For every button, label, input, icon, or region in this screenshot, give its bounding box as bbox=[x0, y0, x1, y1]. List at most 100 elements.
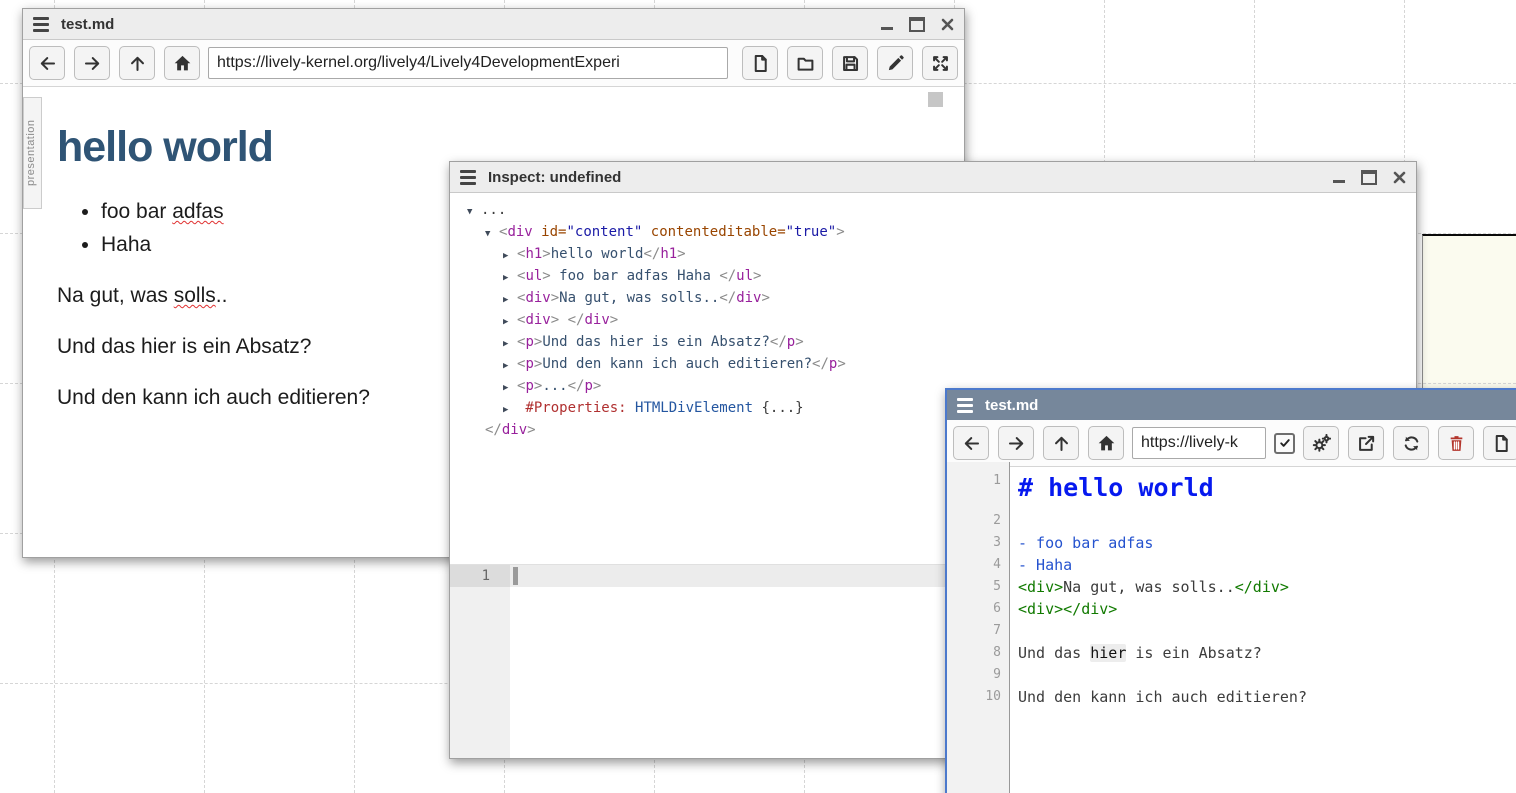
window-controls bbox=[881, 17, 954, 32]
line-number: 1 bbox=[947, 470, 1009, 492]
toolbar: https://lively-k bbox=[947, 420, 1516, 467]
minimize-button[interactable] bbox=[881, 18, 893, 30]
line-number: 4 bbox=[947, 554, 1009, 576]
code-line[interactable]: 3- foo bar adfas bbox=[947, 532, 1516, 554]
forward-icon bbox=[83, 54, 102, 73]
home-icon bbox=[1097, 434, 1116, 453]
side-panel bbox=[1422, 234, 1516, 390]
menu-icon[interactable] bbox=[460, 170, 476, 185]
dom-tree-node[interactable]: ▶<p>Und das hier is ein Absatz?</p> bbox=[450, 331, 1416, 353]
line-number: 10 bbox=[947, 686, 1009, 708]
up-button[interactable] bbox=[119, 46, 155, 80]
url-input[interactable]: https://lively-k bbox=[1132, 427, 1266, 459]
code-line[interactable]: 10Und den kann ich auch editieren? bbox=[947, 686, 1516, 708]
code-line[interactable]: 5<div>Na gut, was solls..</div> bbox=[947, 576, 1516, 598]
new-file-button[interactable] bbox=[742, 46, 778, 80]
line-number: 6 bbox=[947, 598, 1009, 620]
window-title: test.md bbox=[985, 397, 1038, 414]
edit-icon bbox=[886, 54, 905, 73]
menu-icon[interactable] bbox=[33, 17, 49, 32]
code-line[interactable]: 4- Haha bbox=[947, 554, 1516, 576]
expand-arrow-icon[interactable]: ▶ bbox=[503, 333, 517, 355]
line-number: 2 bbox=[947, 510, 1009, 532]
presentation-tab[interactable]: presentation bbox=[23, 97, 42, 209]
back-icon bbox=[38, 54, 57, 73]
save-icon bbox=[841, 54, 860, 73]
toolbar: https://lively-kernel.org/lively4/Lively… bbox=[23, 40, 964, 87]
refresh-button[interactable] bbox=[1393, 426, 1429, 460]
up-icon bbox=[1052, 434, 1071, 453]
line-number: 7 bbox=[947, 620, 1009, 642]
titlebar[interactable]: Inspect: undefined bbox=[450, 162, 1416, 193]
close-icon bbox=[941, 18, 954, 31]
expand-arrow-icon[interactable]: ▶ bbox=[503, 311, 517, 333]
code-line[interactable]: 8Und das hier is ein Absatz? bbox=[947, 642, 1516, 664]
maximize-button[interactable] bbox=[909, 17, 925, 32]
desktop: test.md https://lively-kernel.org/lively… bbox=[0, 0, 1516, 793]
code-line[interactable]: 1# hello world bbox=[947, 470, 1516, 510]
edit-button[interactable] bbox=[877, 46, 913, 80]
expand-arrow-icon[interactable]: ▶ bbox=[503, 267, 517, 289]
dom-tree-node[interactable]: ▶<div>Na gut, was solls..</div> bbox=[450, 287, 1416, 309]
expand-arrow-icon[interactable]: ▶ bbox=[503, 399, 517, 421]
home-button[interactable] bbox=[164, 46, 200, 80]
window-title: Inspect: undefined bbox=[488, 169, 621, 186]
expand-icon bbox=[931, 54, 950, 73]
maximize-icon bbox=[909, 17, 925, 32]
up-button[interactable] bbox=[1043, 426, 1079, 460]
expand-arrow-icon[interactable]: ▶ bbox=[503, 245, 517, 267]
close-icon bbox=[1393, 171, 1406, 184]
menu-icon[interactable] bbox=[957, 398, 973, 413]
collapse-arrow-icon[interactable]: ▼ bbox=[485, 223, 499, 245]
source-editor[interactable]: 1# hello world23- foo bar adfas4- Haha5<… bbox=[947, 462, 1516, 793]
external-link-icon bbox=[1357, 434, 1376, 453]
code-line[interactable]: 2 bbox=[947, 510, 1516, 532]
url-input[interactable]: https://lively-kernel.org/lively4/Lively… bbox=[208, 47, 728, 79]
scrollbar-thumb[interactable] bbox=[928, 92, 943, 107]
editor-gutter bbox=[450, 565, 510, 758]
back-button[interactable] bbox=[29, 46, 65, 80]
minimize-button[interactable] bbox=[1333, 171, 1345, 183]
forward-button[interactable] bbox=[998, 426, 1034, 460]
folder-button[interactable] bbox=[787, 46, 823, 80]
trash-button[interactable] bbox=[1438, 426, 1474, 460]
dom-tree-node[interactable]: ▼<div id="content" contenteditable="true… bbox=[450, 221, 1416, 243]
expand-arrow-icon[interactable]: ▶ bbox=[503, 289, 517, 311]
settings-icon bbox=[1312, 434, 1331, 453]
dom-tree-node[interactable]: ▶<p>Und den kann ich auch editieren?</p> bbox=[450, 353, 1416, 375]
home-icon bbox=[173, 54, 192, 73]
expand-button[interactable] bbox=[922, 46, 958, 80]
line-number: 9 bbox=[947, 664, 1009, 686]
expand-arrow-icon[interactable]: ▶ bbox=[503, 377, 517, 399]
line-number: 1 bbox=[450, 565, 510, 587]
close-button[interactable] bbox=[1393, 171, 1406, 184]
forward-button[interactable] bbox=[74, 46, 110, 80]
save-button[interactable] bbox=[832, 46, 868, 80]
option-checkbox[interactable] bbox=[1274, 433, 1295, 454]
maximize-button[interactable] bbox=[1361, 170, 1377, 185]
expand-arrow-icon[interactable]: ▶ bbox=[503, 355, 517, 377]
line-number: 5 bbox=[947, 576, 1009, 598]
trash-icon bbox=[1447, 434, 1466, 453]
dom-tree-node[interactable]: ▼... bbox=[450, 199, 1416, 221]
close-button[interactable] bbox=[941, 18, 954, 31]
window-controls bbox=[1333, 170, 1406, 185]
titlebar[interactable]: test.md bbox=[947, 390, 1516, 420]
window-title: test.md bbox=[61, 16, 114, 33]
new-file-button[interactable] bbox=[1483, 426, 1516, 460]
settings-button[interactable] bbox=[1303, 426, 1339, 460]
back-icon bbox=[962, 434, 981, 453]
titlebar[interactable]: test.md bbox=[23, 9, 964, 40]
dom-tree-node[interactable]: ▶<h1>hello world</h1> bbox=[450, 243, 1416, 265]
back-button[interactable] bbox=[953, 426, 989, 460]
code-line[interactable]: 9 bbox=[947, 664, 1516, 686]
code-line[interactable]: 6<div></div> bbox=[947, 598, 1516, 620]
dom-tree-node[interactable]: ▶<ul> foo bar adfas Haha </ul> bbox=[450, 265, 1416, 287]
collapse-arrow-icon[interactable]: ▼ bbox=[467, 201, 481, 223]
home-button[interactable] bbox=[1088, 426, 1124, 460]
external-link-button[interactable] bbox=[1348, 426, 1384, 460]
window-markdown-editor: test.md https://lively-k 1# hello world2… bbox=[945, 388, 1516, 793]
forward-icon bbox=[1007, 434, 1026, 453]
code-line[interactable]: 7 bbox=[947, 620, 1516, 642]
dom-tree-node[interactable]: ▶<div> </div> bbox=[450, 309, 1416, 331]
